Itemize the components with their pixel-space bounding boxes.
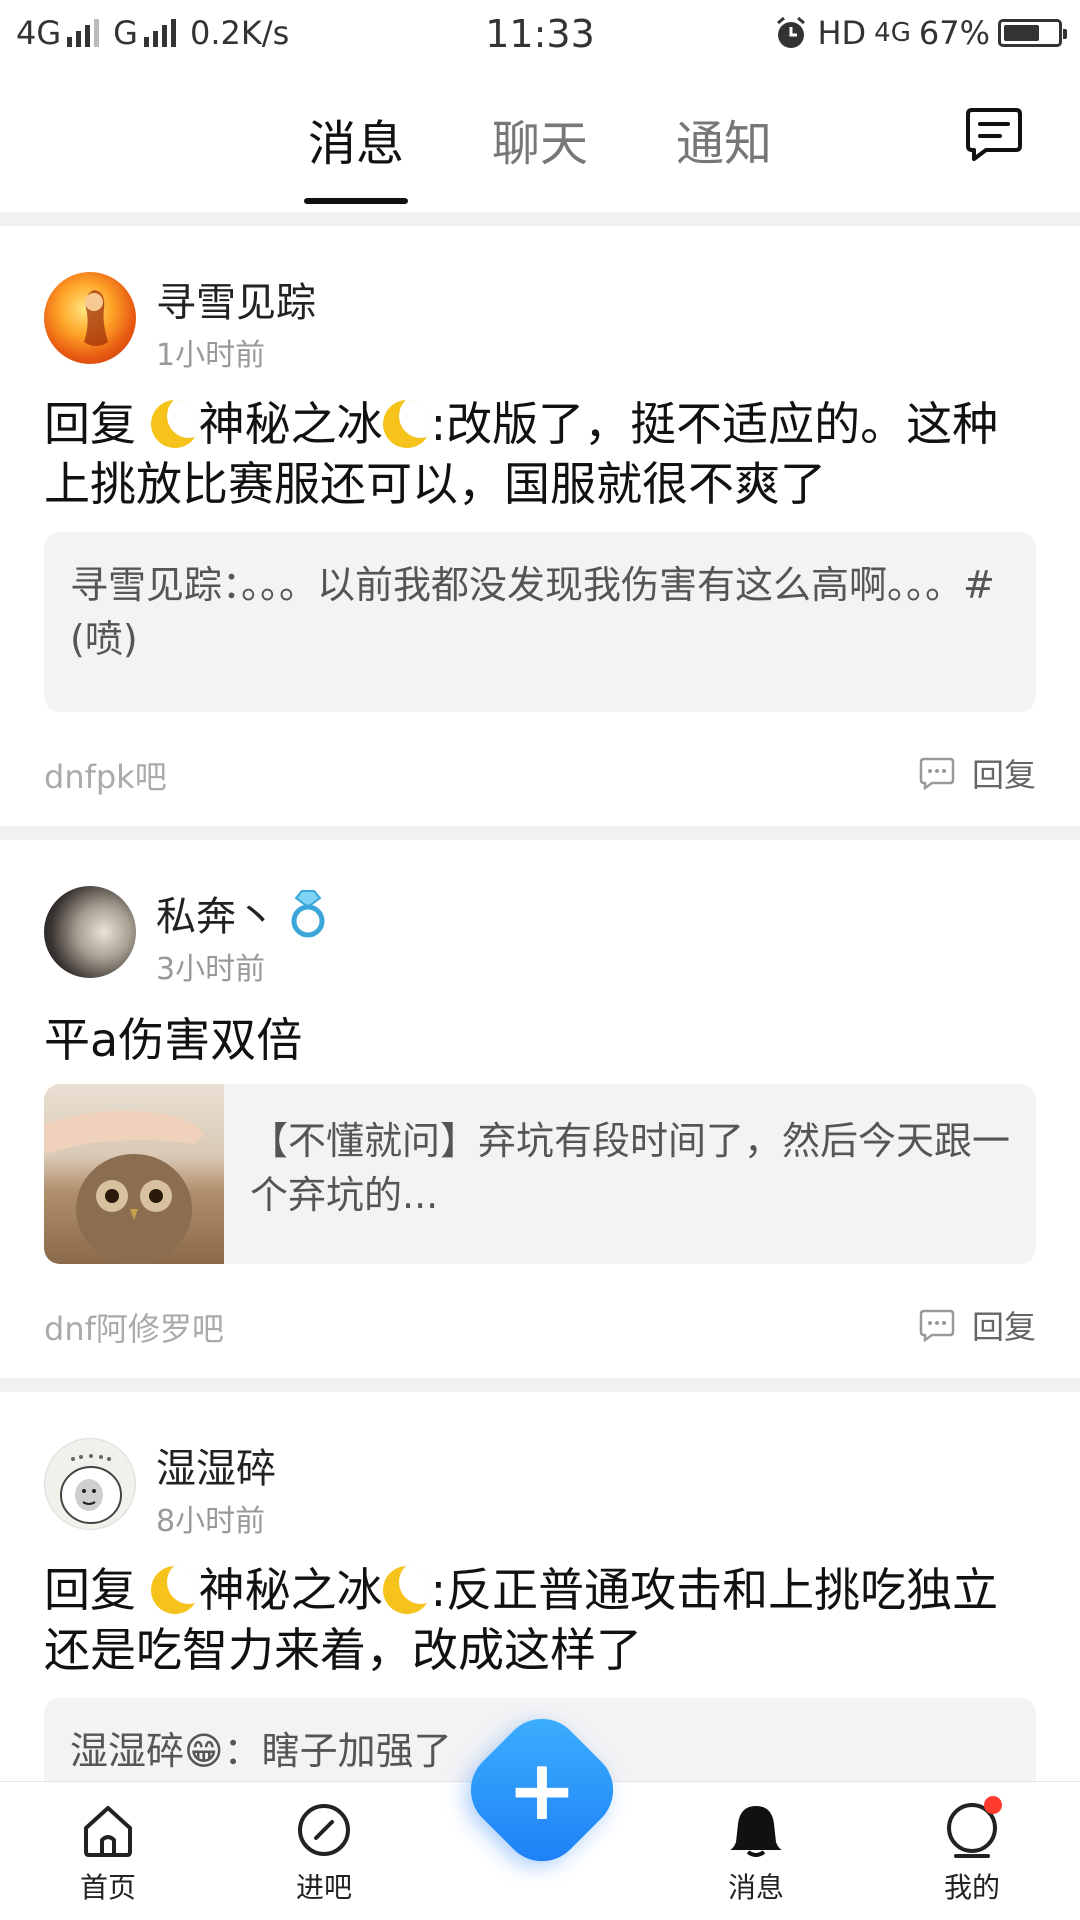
header: 消息 聊天 通知 [0, 72, 1080, 212]
moon-emoji-icon [150, 400, 199, 448]
nav-label: 首页 [79, 1871, 136, 1904]
comment-icon [919, 1309, 955, 1342]
username[interactable]: 私奔丶 [156, 884, 332, 942]
nav-label: 进吧 [295, 1871, 352, 1904]
battery-percent: 67% [918, 14, 990, 52]
status-bar: 4G G 0.2K/s 11:33 HD 4G 67% [0, 0, 1080, 72]
moon-emoji-icon [150, 1566, 199, 1614]
avatar[interactable] [44, 1438, 136, 1530]
nav-forums[interactable]: 进吧 [264, 1800, 384, 1906]
reply-label: 回复 [971, 1308, 1036, 1346]
owl-thumbnail-icon [44, 1110, 204, 1264]
forum-name[interactable]: dnfpk吧 [44, 752, 167, 798]
battery-level [1004, 25, 1039, 41]
section-divider [0, 1378, 1080, 1392]
tab-notifications[interactable]: 通知 [676, 104, 772, 204]
reply-prefix: 回复 [44, 397, 136, 451]
post-card[interactable]: 私奔丶 3小时前 平a伤害双倍 【不懂就问】弃坑有段时间了，然后今天跟一个弃坑的… [0, 840, 1080, 1378]
post-card[interactable]: 寻雪见踪 1小时前 回复 神秘之冰:改版了，挺不适应的。这种上挑放比赛服还可以，… [0, 226, 1080, 826]
compose-message-icon[interactable] [964, 106, 1024, 162]
nav-label: 我的 [943, 1871, 1000, 1904]
quoted-post[interactable]: 【不懂就问】弃坑有段时间了，然后今天跟一个弃坑的... [44, 1084, 1036, 1264]
reply-prefix: 回复 [44, 1563, 136, 1617]
hd-indicator: HD [817, 14, 867, 52]
username-text: 私奔丶 [156, 894, 276, 940]
alarm-icon [777, 16, 806, 48]
create-post-button[interactable]: + [454, 1702, 630, 1878]
quoted-post[interactable]: 寻雪见踪：。。。以前我都没发现我伤害有这么高啊。。。#(喷) [44, 532, 1036, 712]
quoted-text: 【不懂就问】弃坑有段时间了，然后今天跟一个弃坑的... [250, 1119, 1011, 1217]
mention-user[interactable]: 神秘之冰 [199, 397, 383, 451]
username[interactable]: 湿湿碎 [156, 1436, 276, 1494]
nav-label: 消息 [727, 1871, 784, 1904]
meme-face-icon [60, 1454, 122, 1524]
diamond-ring-icon [291, 890, 325, 938]
post-time: 8小时前 [156, 1504, 266, 1539]
post-content[interactable]: 回复 神秘之冰:反正普通攻击和上挑吃独立还是吃智力来着，改成这样了 [44, 1560, 1036, 1680]
moon-emoji-icon [382, 1566, 431, 1614]
reply-button[interactable]: 回复 [918, 750, 1036, 796]
tab-chat[interactable]: 聊天 [492, 104, 588, 204]
nav-messages[interactable]: 消息 [696, 1800, 816, 1906]
battery-icon [998, 19, 1067, 47]
avatar[interactable] [44, 886, 136, 978]
section-divider [0, 212, 1080, 226]
quoted-text: 寻雪见踪：。。。以前我都没发现我伤害有这么高啊。。。#(喷) [70, 563, 995, 661]
notification-dot [984, 1796, 1002, 1814]
home-icon [84, 1806, 132, 1857]
avatar[interactable] [44, 272, 136, 364]
username[interactable]: 寻雪见踪 [156, 270, 316, 328]
post-content[interactable]: 回复 神秘之冰:改版了，挺不适应的。这种上挑放比赛服还可以，国服就很不爽了 [44, 394, 1036, 514]
post-time: 3小时前 [156, 952, 266, 987]
mention-user[interactable]: 神秘之冰 [199, 1563, 383, 1617]
network-type-right: 4G [874, 18, 911, 48]
status-right: HD 4G 67% [773, 14, 1067, 52]
nav-profile[interactable]: 我的 [912, 1796, 1032, 1906]
moon-emoji-icon [382, 400, 431, 448]
username-text: 寻雪见踪 [156, 280, 316, 326]
comment-icon [919, 757, 955, 790]
nav-home[interactable]: 首页 [48, 1800, 168, 1906]
avatar-figure-icon [84, 290, 108, 346]
section-divider [0, 826, 1080, 840]
bell-icon [730, 1806, 782, 1857]
plus-icon: + [506, 1741, 578, 1839]
post-time: 1小时前 [156, 338, 266, 373]
forum-name[interactable]: dnf阿修罗吧 [44, 1304, 224, 1350]
reply-button[interactable]: 回复 [918, 1302, 1036, 1348]
bottom-nav: 首页 进吧 + 消息 我的 [0, 1702, 1080, 1920]
reply-label: 回复 [971, 756, 1036, 794]
quoted-thumbnail [44, 1084, 224, 1264]
post-content[interactable]: 平a伤害双倍 [44, 1010, 1036, 1070]
username-text: 湿湿碎 [156, 1446, 276, 1492]
quoted-text: 湿湿碎😁：瞎子加强了 [70, 1729, 452, 1773]
tab-bar: 消息 聊天 通知 [0, 104, 1080, 204]
tab-messages[interactable]: 消息 [303, 104, 409, 204]
compass-icon [298, 1804, 350, 1856]
